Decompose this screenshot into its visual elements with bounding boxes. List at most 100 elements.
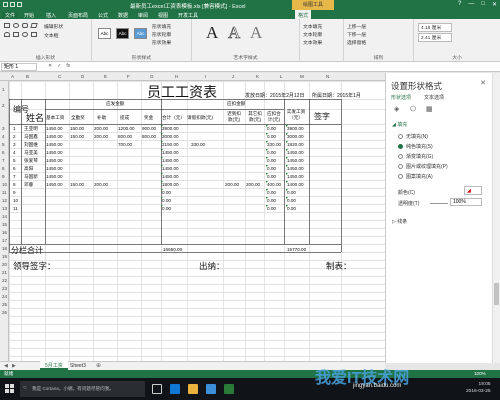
section-fill[interactable]: ◢ 填充 [392, 121, 407, 128]
shape-fill-button[interactable]: 形状填充 [152, 23, 171, 30]
row-header-7[interactable]: 7 [2, 158, 5, 163]
cell-base[interactable]: 1450.00 [46, 142, 63, 147]
tab-shape-options[interactable]: 形状选项 [391, 94, 411, 101]
row-header-26[interactable]: 26 [2, 310, 7, 315]
shape-outline-button[interactable]: 形状轮廓 [152, 31, 171, 38]
option-no-fill[interactable]: 无填充(N) [398, 133, 428, 140]
style-thumb-blue[interactable]: Abc [134, 28, 147, 39]
fill-line-icon[interactable]: ◈ [394, 105, 399, 113]
cell-net[interactable]: 3900.00 [287, 126, 304, 131]
cell-name[interactable]: 马亚美 [24, 150, 38, 156]
cell-subsidy[interactable]: 200.00 [94, 126, 108, 131]
row-header-17[interactable]: 17 [2, 238, 7, 243]
cell-name[interactable]: 高阳 [24, 166, 33, 172]
cell-ded-total[interactable]: 400.00 [267, 182, 281, 187]
col-header-l[interactable]: L [280, 74, 283, 79]
cell-no[interactable]: 6 [13, 166, 16, 171]
row-header-9[interactable]: 9 [2, 174, 5, 179]
row-header-10[interactable]: 10 [2, 182, 7, 187]
close-button[interactable]: ✕ [492, 1, 497, 8]
cell-subsidy[interactable]: 200.00 [94, 134, 108, 139]
rounded-rect-shape-icon[interactable] [22, 23, 28, 28]
row-header-13[interactable]: 13 [2, 206, 7, 211]
row-header-22[interactable]: 22 [2, 278, 7, 283]
cell-bonus[interactable]: 800.00 [142, 134, 156, 139]
sheet-tab-sheet3[interactable]: Sheet3 [70, 363, 86, 369]
effects-icon[interactable]: ⬠ [410, 105, 416, 113]
cell-net[interactable]: 1400.00 [287, 182, 304, 187]
cell-total[interactable]: 1450.00 [162, 174, 179, 179]
window-controls[interactable]: ? — □ ✕ [458, 1, 497, 8]
cell-name[interactable]: 马国新 [24, 174, 38, 180]
cell-total[interactable]: 0.00 [162, 190, 171, 195]
cell-total[interactable]: 0.00 [162, 206, 171, 211]
row-header-11[interactable]: 11 [2, 190, 7, 195]
add-sheet-icon[interactable]: ⊕ [96, 362, 101, 369]
cell-ded-total[interactable]: 0.00 [267, 134, 276, 139]
cell-total[interactable]: 1800.00 [162, 182, 179, 187]
cell-no[interactable]: 3 [13, 142, 16, 147]
cell-total[interactable]: 1450.00 [162, 150, 179, 155]
col-header-h[interactable]: H [175, 74, 178, 79]
transparency-slider[interactable] [430, 203, 448, 204]
cell-total[interactable]: 1450.00 [162, 166, 179, 171]
cell-net[interactable]: 3000.00 [287, 134, 304, 139]
option-pattern-fill[interactable]: 图案填充(A) [398, 173, 433, 180]
cell-ded-total[interactable]: 0.00 [267, 206, 276, 211]
text-box-button[interactable]: 文本框 [44, 32, 58, 39]
color-picker-button[interactable]: ◢ [464, 186, 482, 195]
cell-base[interactable]: 1450.00 [46, 182, 63, 187]
option-gradient-fill[interactable]: 渐变填充(G) [398, 153, 433, 160]
cell-base[interactable]: 1450.00 [46, 174, 63, 179]
wordart-gray[interactable]: A [250, 23, 262, 43]
col-header-n[interactable]: N [326, 74, 329, 79]
text-fill-button[interactable]: 文本填充 [303, 23, 322, 30]
vertical-scrollbar[interactable] [492, 73, 500, 363]
cell-ded-total[interactable]: 0.00 [267, 174, 276, 179]
col-header-k[interactable]: K [256, 74, 259, 79]
cell-no[interactable]: 4 [13, 150, 16, 155]
excel-taskbar-icon[interactable] [224, 384, 234, 394]
tab-data[interactable]: 数据 [118, 12, 128, 19]
row-header-5[interactable]: 5 [2, 142, 5, 147]
file-explorer-icon[interactable] [188, 384, 198, 394]
row-header-3[interactable]: 3 [2, 126, 5, 131]
cell-other[interactable]: 200.00 [246, 182, 260, 187]
cell-net[interactable]: 1450.00 [287, 174, 304, 179]
cell-base[interactable]: 1450.00 [46, 126, 63, 131]
cell-bonus[interactable]: 900.00 [142, 126, 156, 131]
col-header-e[interactable]: E [104, 74, 107, 79]
tab-page-layout[interactable]: 页面布局 [68, 12, 88, 19]
wordart-outline[interactable]: A [228, 23, 241, 43]
rectangle-shape-icon[interactable] [4, 23, 10, 28]
shape-width-input[interactable]: 2.41 厘米 [418, 33, 452, 42]
cell-commission[interactable]: 800.00 [118, 134, 132, 139]
edit-shape-button[interactable]: 编辑形状 [44, 23, 63, 30]
text-effects-button[interactable]: 文本效果 [303, 39, 322, 46]
enter-icon[interactable]: ✓ [57, 63, 61, 69]
cell-base[interactable]: 1450.00 [46, 166, 63, 171]
section-line[interactable]: ▷ 线条 [392, 218, 407, 225]
cell-total[interactable]: 3900.00 [162, 126, 179, 131]
cell-name[interactable]: 刘国维 [24, 142, 38, 148]
cell-name[interactable]: 王亚明 [24, 126, 38, 132]
cell-ded-total[interactable]: 0.00 [267, 190, 276, 195]
cell-leave[interactable]: 330.00 [191, 142, 205, 147]
cell-base[interactable]: 1450.00 [46, 134, 63, 139]
row-header-25[interactable]: 25 [2, 302, 7, 307]
size-properties-icon[interactable]: ▦ [426, 105, 433, 113]
cell-late[interactable]: 200.00 [225, 182, 239, 187]
row-header-1[interactable]: 1 [2, 87, 5, 92]
parallelogram-shape-icon[interactable] [30, 23, 38, 28]
tab-view[interactable]: 视图 [158, 12, 168, 19]
cell-no[interactable]: 8 [13, 182, 16, 187]
cell-no[interactable]: 10 [13, 198, 18, 203]
row-header-24[interactable]: 24 [2, 294, 7, 299]
cell-base[interactable]: 1450.00 [46, 150, 63, 155]
cell-commission[interactable]: 700.00 [118, 142, 132, 147]
windows-start-icon[interactable] [5, 384, 15, 394]
cell-total[interactable]: 2150.00 [162, 142, 179, 147]
bring-forward-button[interactable]: 上移一层 [347, 23, 366, 30]
circle-shape-icon[interactable] [22, 32, 28, 37]
cell-total[interactable]: 1450.00 [162, 158, 179, 163]
